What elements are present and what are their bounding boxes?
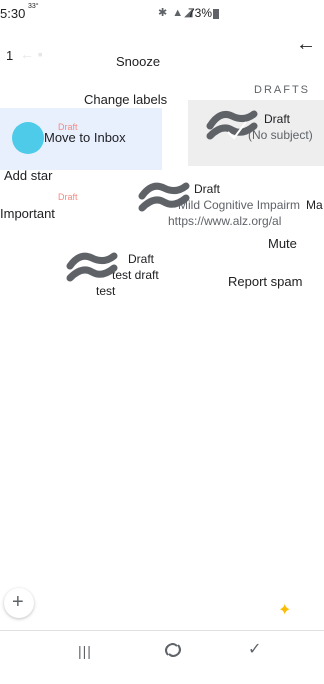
draft-item-label[interactable]: Draft — [264, 112, 290, 126]
selected-check-avatar[interactable] — [12, 122, 44, 154]
draft-item-subject-suffix[interactable]: Ma — [306, 198, 323, 212]
battery-percent: 73% — [188, 6, 213, 20]
status-temperature: 33° — [28, 3, 39, 10]
menu-item-mute[interactable]: Mute — [268, 236, 297, 251]
recent-apps-icon[interactable]: ||| — [78, 643, 92, 659]
status-time: 5:30 — [0, 6, 26, 21]
selection-bar: 1 ← ▪ — [0, 44, 130, 68]
loading-swirl-icon — [138, 180, 190, 216]
draft-badge: Draft — [58, 122, 78, 132]
menu-item-report-spam[interactable]: Report spam — [228, 274, 302, 289]
arrow-left-icon[interactable]: ← — [296, 34, 316, 54]
menu-item-important[interactable]: Important — [0, 206, 55, 221]
home-icon[interactable] — [162, 639, 184, 661]
selected-count: 1 — [6, 48, 14, 63]
drafts-header: DRAFTS — [254, 84, 310, 96]
plus-icon: + — [12, 591, 24, 613]
draft-badge: Draft — [58, 192, 78, 202]
menu-item-change-labels[interactable]: Change labels — [84, 92, 167, 107]
battery-icon — [213, 9, 219, 19]
draft-item-label[interactable]: Draft — [128, 252, 154, 266]
faded-arrow-icon: ← ▪ — [20, 46, 43, 62]
back-nav-icon[interactable]: ✓ — [248, 639, 270, 661]
menu-item-add-star[interactable]: Add star — [4, 168, 52, 183]
draft-item-subject[interactable]: Mild Cognitive Impairm — [178, 198, 300, 212]
draft-item-subject[interactable]: test draft — [112, 268, 159, 282]
menu-item-move-to-inbox[interactable]: Move to Inbox — [44, 130, 126, 145]
draft-item-snippet[interactable]: https://www.alz.org/al — [168, 214, 281, 228]
system-nav-bar: ||| ✓ — [0, 630, 324, 684]
compose-button[interactable]: + — [4, 588, 34, 618]
loading-swirl-icon — [66, 250, 118, 286]
status-bar: 5:30 33° ✱ ▲◢ 73% — [0, 0, 324, 24]
sparkle-icon[interactable]: ✦ — [278, 600, 291, 620]
draft-item-label[interactable]: Draft — [194, 182, 220, 196]
loading-swirl-icon — [206, 108, 258, 144]
menu-item-snooze[interactable]: Snooze — [116, 54, 160, 69]
draft-item-snippet[interactable]: test — [96, 284, 115, 298]
